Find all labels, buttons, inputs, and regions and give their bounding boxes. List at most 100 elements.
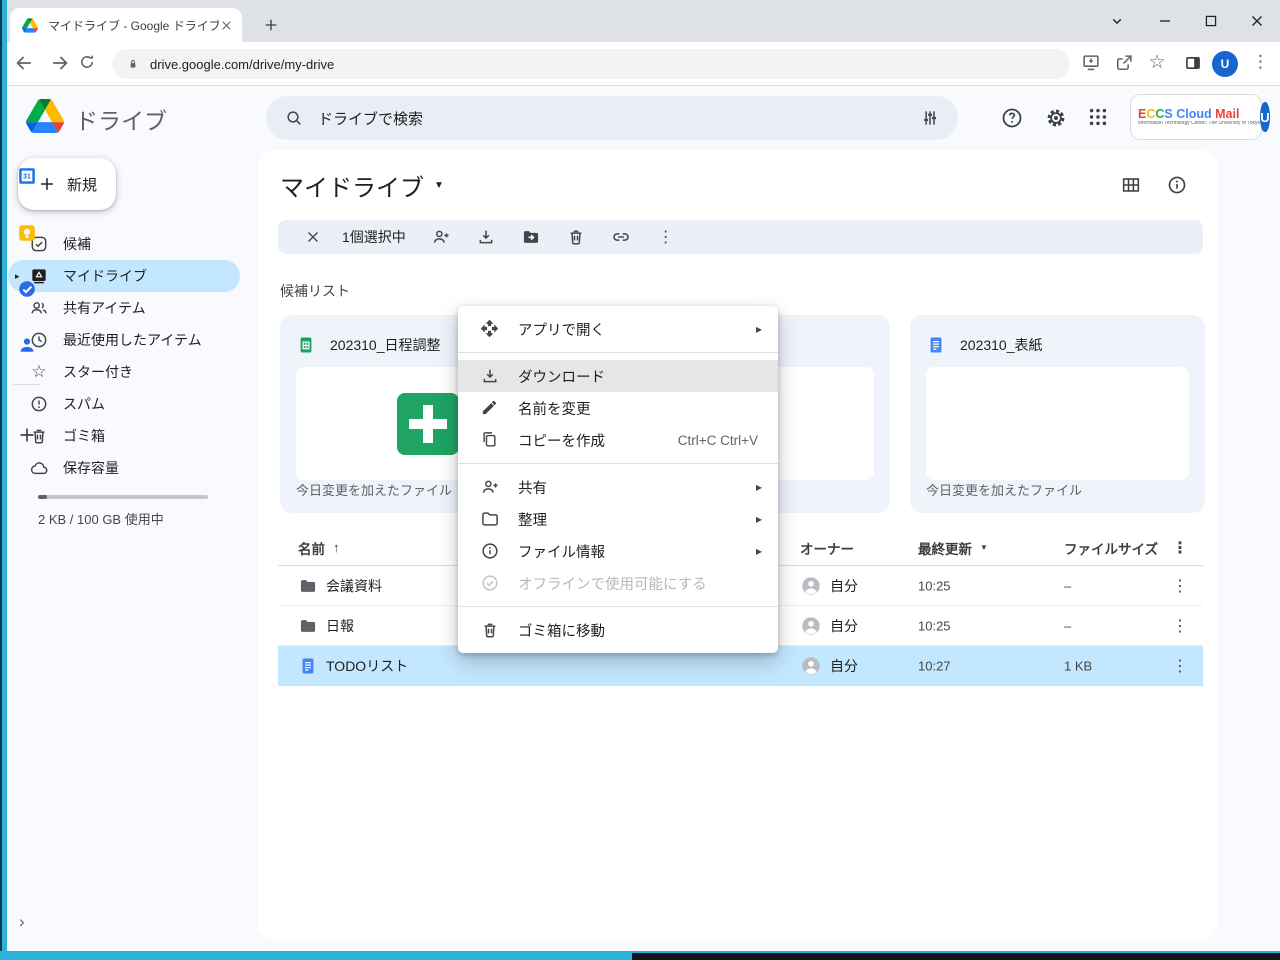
forward-icon[interactable] bbox=[49, 52, 71, 74]
owner-avatar bbox=[800, 615, 822, 637]
owner-avatar bbox=[800, 575, 822, 597]
menu-divider bbox=[458, 463, 778, 464]
move-to-folder-icon[interactable] bbox=[521, 227, 541, 247]
grid-view-icon[interactable] bbox=[1120, 174, 1142, 196]
window-border-left bbox=[0, 0, 7, 960]
clear-selection-icon[interactable] bbox=[304, 228, 322, 246]
sidebar-item-spam[interactable]: スパム bbox=[8, 388, 240, 420]
drive-logo[interactable] bbox=[26, 99, 64, 133]
pencil-icon bbox=[480, 398, 500, 418]
tasks-icon[interactable] bbox=[16, 278, 38, 300]
star-icon: ☆ bbox=[29, 362, 49, 382]
url-text[interactable]: drive.google.com/drive/my-drive bbox=[150, 57, 334, 72]
row-more-icon[interactable]: ⋮ bbox=[1168, 576, 1192, 596]
side-panel-rail bbox=[1239, 172, 1279, 960]
sort-ascending-icon[interactable]: ↑ bbox=[333, 540, 340, 555]
share-page-icon[interactable] bbox=[1113, 52, 1135, 74]
search-filter-icon[interactable] bbox=[920, 108, 940, 128]
chevron-down-icon[interactable]: ▼ bbox=[434, 180, 444, 191]
collapse-panel-chevron-icon[interactable]: › bbox=[19, 912, 25, 932]
sidebar-item-suggested[interactable]: 候補 bbox=[8, 228, 240, 260]
download-icon[interactable] bbox=[476, 227, 496, 247]
document-icon bbox=[926, 335, 946, 355]
sidebar-nav: 候補 ▸ マイドライブ 共有アイテム 最近使用したアイテム ☆ スター付き bbox=[8, 228, 240, 484]
selection-count: 1個選択中 bbox=[342, 227, 406, 247]
help-icon[interactable] bbox=[1000, 106, 1024, 130]
new-tab-button[interactable] bbox=[258, 12, 284, 38]
share-person-add-icon[interactable] bbox=[431, 227, 451, 247]
submenu-arrow-icon: ▸ bbox=[756, 544, 762, 558]
row-more-icon[interactable]: ⋮ bbox=[1168, 656, 1192, 676]
account-badge-logo: ECCS Cloud Mail Information Technology C… bbox=[1138, 108, 1260, 126]
menu-item-make-offline: オフラインで使用可能にする bbox=[458, 567, 778, 599]
menu-item-open-with[interactable]: アプリで開く ▸ bbox=[458, 313, 778, 345]
sidebar-item-trash[interactable]: ゴミ箱 bbox=[8, 420, 240, 452]
column-modified[interactable]: 最終更新▼ bbox=[918, 538, 988, 558]
back-icon[interactable] bbox=[13, 52, 35, 74]
menu-item-file-info[interactable]: ファイル情報 ▸ bbox=[458, 535, 778, 567]
copy-link-icon[interactable] bbox=[611, 227, 631, 247]
keep-icon[interactable] bbox=[16, 222, 38, 244]
tab-close-icon[interactable] bbox=[219, 18, 234, 33]
trash-icon[interactable] bbox=[566, 227, 586, 247]
window-close-button[interactable] bbox=[1242, 8, 1272, 34]
browser-tab[interactable]: マイドライブ - Google ドライブ bbox=[10, 8, 242, 42]
rail-divider bbox=[13, 384, 41, 385]
browser-profile-avatar[interactable]: U bbox=[1212, 51, 1238, 77]
folder-icon bbox=[298, 616, 318, 636]
add-addon-icon[interactable] bbox=[16, 424, 38, 446]
search-input[interactable]: ドライブで検索 bbox=[266, 96, 958, 140]
details-info-icon[interactable] bbox=[1166, 174, 1188, 196]
settings-gear-icon[interactable] bbox=[1044, 106, 1068, 130]
plus-icon bbox=[37, 174, 57, 194]
page-title[interactable]: マイドライブ▼ bbox=[280, 168, 444, 203]
shortcut-label: Ctrl+C Ctrl+V bbox=[678, 433, 758, 448]
more-options-icon[interactable]: ⋮ bbox=[656, 227, 676, 247]
menu-item-rename[interactable]: 名前を変更 bbox=[458, 392, 778, 424]
sidebar-item-my-drive[interactable]: ▸ マイドライブ bbox=[8, 260, 240, 292]
row-more-icon[interactable]: ⋮ bbox=[1168, 616, 1192, 636]
reload-icon[interactable] bbox=[77, 52, 99, 74]
search-icon[interactable] bbox=[284, 108, 304, 128]
bookmark-star-icon[interactable]: ☆ bbox=[1146, 52, 1168, 74]
window-minimize-button[interactable] bbox=[1150, 8, 1180, 34]
address-bar[interactable]: drive.google.com/drive/my-drive bbox=[112, 49, 1070, 79]
tab-strip: マイドライブ - Google ドライブ bbox=[0, 0, 1280, 42]
side-panel-icon[interactable] bbox=[1182, 52, 1204, 74]
menu-divider bbox=[458, 352, 778, 353]
sidebar-item-starred[interactable]: ☆ スター付き bbox=[8, 356, 240, 388]
spreadsheet-icon bbox=[296, 335, 316, 355]
sidebar-item-shared[interactable]: 共有アイテム bbox=[8, 292, 240, 324]
submenu-arrow-icon: ▸ bbox=[756, 322, 762, 336]
account-badge[interactable]: ECCS Cloud Mail Information Technology C… bbox=[1130, 94, 1262, 140]
column-owner[interactable]: オーナー bbox=[800, 538, 854, 558]
header-more-icon[interactable]: ⋮ bbox=[1168, 538, 1192, 558]
window-maximize-button[interactable] bbox=[1196, 8, 1226, 34]
suggested-card[interactable]: 202310_表紙 今日変更を加えたファイル bbox=[910, 315, 1205, 513]
tab-search-chevron-icon[interactable] bbox=[1102, 8, 1132, 34]
column-size[interactable]: ファイルサイズ bbox=[1064, 538, 1160, 558]
apps-grid-icon[interactable] bbox=[1087, 106, 1111, 130]
menu-item-make-copy[interactable]: コピーを作成 Ctrl+C Ctrl+V bbox=[458, 424, 778, 456]
save-page-icon[interactable] bbox=[1080, 52, 1102, 74]
search-placeholder: ドライブで検索 bbox=[318, 108, 920, 129]
sheets-logo-thumbnail bbox=[397, 393, 459, 455]
column-name[interactable]: 名前↑ bbox=[298, 538, 340, 558]
chevron-down-icon[interactable]: ▼ bbox=[980, 543, 988, 552]
drive-app-name: ドライブ bbox=[75, 102, 167, 136]
file-preview[interactable] bbox=[926, 367, 1189, 480]
account-avatar[interactable]: U bbox=[1260, 102, 1269, 132]
storage-progress-fill bbox=[38, 495, 47, 499]
menu-item-download[interactable]: ダウンロード bbox=[458, 360, 778, 392]
browser-menu-icon[interactable]: ⋮ bbox=[1252, 52, 1269, 72]
sidebar-item-storage[interactable]: 保存容量 bbox=[8, 452, 240, 484]
calendar-icon[interactable] bbox=[16, 165, 38, 187]
sidebar-item-recent[interactable]: 最近使用したアイテム bbox=[8, 324, 240, 356]
people-icon bbox=[29, 298, 49, 318]
menu-item-organize[interactable]: 整理 ▸ bbox=[458, 503, 778, 535]
menu-item-share[interactable]: 共有 ▸ bbox=[458, 471, 778, 503]
contacts-icon[interactable] bbox=[16, 334, 38, 356]
open-with-icon bbox=[480, 319, 500, 339]
menu-item-move-to-trash[interactable]: ゴミ箱に移動 bbox=[458, 614, 778, 646]
account-badge-subtitle: Information Technology Center, The Unive… bbox=[1138, 121, 1260, 126]
